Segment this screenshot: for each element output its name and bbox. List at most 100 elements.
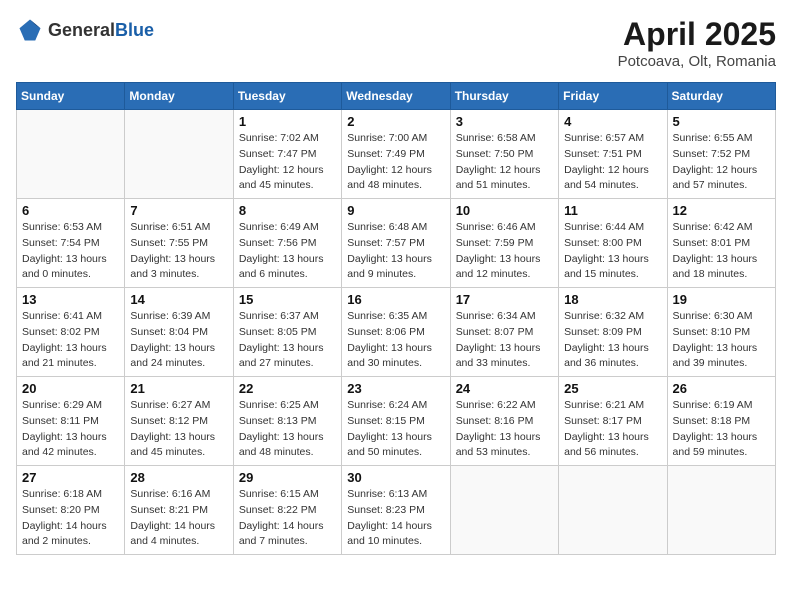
calendar-week-row: 27 Sunrise: 6:18 AMSunset: 8:20 PMDaylig… xyxy=(17,466,776,555)
calendar-cell: 4 Sunrise: 6:57 AMSunset: 7:51 PMDayligh… xyxy=(559,110,667,199)
day-number: 19 xyxy=(673,292,770,307)
day-info: Sunrise: 6:42 AMSunset: 8:01 PMDaylight:… xyxy=(673,220,770,283)
day-number: 23 xyxy=(347,381,444,396)
weekday-header: Wednesday xyxy=(342,83,450,110)
calendar-cell: 22 Sunrise: 6:25 AMSunset: 8:13 PMDaylig… xyxy=(233,377,341,466)
location-title: Potcoava, Olt, Romania xyxy=(618,53,776,70)
calendar-cell: 8 Sunrise: 6:49 AMSunset: 7:56 PMDayligh… xyxy=(233,199,341,288)
day-info: Sunrise: 6:21 AMSunset: 8:17 PMDaylight:… xyxy=(564,398,661,461)
day-number: 20 xyxy=(22,381,119,396)
day-number: 29 xyxy=(239,470,336,485)
page-header: GeneralBlue April 2025 Potcoava, Olt, Ro… xyxy=(16,16,776,70)
calendar-cell: 11 Sunrise: 6:44 AMSunset: 8:00 PMDaylig… xyxy=(559,199,667,288)
calendar-cell: 23 Sunrise: 6:24 AMSunset: 8:15 PMDaylig… xyxy=(342,377,450,466)
calendar-cell: 14 Sunrise: 6:39 AMSunset: 8:04 PMDaylig… xyxy=(125,288,233,377)
weekday-header: Friday xyxy=(559,83,667,110)
calendar-cell: 26 Sunrise: 6:19 AMSunset: 8:18 PMDaylig… xyxy=(667,377,775,466)
calendar-cell: 28 Sunrise: 6:16 AMSunset: 8:21 PMDaylig… xyxy=(125,466,233,555)
day-info: Sunrise: 6:55 AMSunset: 7:52 PMDaylight:… xyxy=(673,131,770,194)
day-info: Sunrise: 6:13 AMSunset: 8:23 PMDaylight:… xyxy=(347,487,444,550)
calendar-cell: 12 Sunrise: 6:42 AMSunset: 8:01 PMDaylig… xyxy=(667,199,775,288)
day-number: 30 xyxy=(347,470,444,485)
calendar-cell: 1 Sunrise: 7:02 AMSunset: 7:47 PMDayligh… xyxy=(233,110,341,199)
day-number: 25 xyxy=(564,381,661,396)
day-number: 7 xyxy=(130,203,227,218)
calendar-week-row: 20 Sunrise: 6:29 AMSunset: 8:11 PMDaylig… xyxy=(17,377,776,466)
logo-general: General xyxy=(48,20,115,40)
calendar-table: SundayMondayTuesdayWednesdayThursdayFrid… xyxy=(16,82,776,555)
calendar-cell xyxy=(17,110,125,199)
day-info: Sunrise: 6:19 AMSunset: 8:18 PMDaylight:… xyxy=(673,398,770,461)
day-number: 22 xyxy=(239,381,336,396)
day-number: 10 xyxy=(456,203,553,218)
day-info: Sunrise: 7:02 AMSunset: 7:47 PMDaylight:… xyxy=(239,131,336,194)
calendar-week-row: 6 Sunrise: 6:53 AMSunset: 7:54 PMDayligh… xyxy=(17,199,776,288)
weekday-header: Saturday xyxy=(667,83,775,110)
logo-blue: Blue xyxy=(115,20,154,40)
day-info: Sunrise: 6:29 AMSunset: 8:11 PMDaylight:… xyxy=(22,398,119,461)
calendar-cell: 30 Sunrise: 6:13 AMSunset: 8:23 PMDaylig… xyxy=(342,466,450,555)
day-info: Sunrise: 6:25 AMSunset: 8:13 PMDaylight:… xyxy=(239,398,336,461)
day-info: Sunrise: 6:58 AMSunset: 7:50 PMDaylight:… xyxy=(456,131,553,194)
day-info: Sunrise: 6:49 AMSunset: 7:56 PMDaylight:… xyxy=(239,220,336,283)
day-info: Sunrise: 6:18 AMSunset: 8:20 PMDaylight:… xyxy=(22,487,119,550)
day-number: 21 xyxy=(130,381,227,396)
calendar-cell: 29 Sunrise: 6:15 AMSunset: 8:22 PMDaylig… xyxy=(233,466,341,555)
calendar-cell: 17 Sunrise: 6:34 AMSunset: 8:07 PMDaylig… xyxy=(450,288,558,377)
day-info: Sunrise: 6:34 AMSunset: 8:07 PMDaylight:… xyxy=(456,309,553,372)
calendar-cell xyxy=(667,466,775,555)
calendar-cell: 19 Sunrise: 6:30 AMSunset: 8:10 PMDaylig… xyxy=(667,288,775,377)
day-info: Sunrise: 6:41 AMSunset: 8:02 PMDaylight:… xyxy=(22,309,119,372)
weekday-header: Monday xyxy=(125,83,233,110)
day-number: 1 xyxy=(239,114,336,129)
day-info: Sunrise: 6:24 AMSunset: 8:15 PMDaylight:… xyxy=(347,398,444,461)
calendar-cell: 10 Sunrise: 6:46 AMSunset: 7:59 PMDaylig… xyxy=(450,199,558,288)
calendar-week-row: 13 Sunrise: 6:41 AMSunset: 8:02 PMDaylig… xyxy=(17,288,776,377)
calendar-cell: 6 Sunrise: 6:53 AMSunset: 7:54 PMDayligh… xyxy=(17,199,125,288)
day-number: 26 xyxy=(673,381,770,396)
calendar-cell: 20 Sunrise: 6:29 AMSunset: 8:11 PMDaylig… xyxy=(17,377,125,466)
title-block: April 2025 Potcoava, Olt, Romania xyxy=(618,16,776,70)
calendar-cell: 18 Sunrise: 6:32 AMSunset: 8:09 PMDaylig… xyxy=(559,288,667,377)
day-info: Sunrise: 6:16 AMSunset: 8:21 PMDaylight:… xyxy=(130,487,227,550)
calendar-cell: 27 Sunrise: 6:18 AMSunset: 8:20 PMDaylig… xyxy=(17,466,125,555)
day-number: 2 xyxy=(347,114,444,129)
day-info: Sunrise: 6:37 AMSunset: 8:05 PMDaylight:… xyxy=(239,309,336,372)
day-number: 17 xyxy=(456,292,553,307)
calendar-cell: 16 Sunrise: 6:35 AMSunset: 8:06 PMDaylig… xyxy=(342,288,450,377)
day-info: Sunrise: 6:27 AMSunset: 8:12 PMDaylight:… xyxy=(130,398,227,461)
logo: GeneralBlue xyxy=(16,16,154,44)
weekday-header: Thursday xyxy=(450,83,558,110)
calendar-cell xyxy=(559,466,667,555)
day-number: 6 xyxy=(22,203,119,218)
day-info: Sunrise: 7:00 AMSunset: 7:49 PMDaylight:… xyxy=(347,131,444,194)
day-info: Sunrise: 6:48 AMSunset: 7:57 PMDaylight:… xyxy=(347,220,444,283)
calendar-cell xyxy=(125,110,233,199)
day-number: 4 xyxy=(564,114,661,129)
calendar-cell: 7 Sunrise: 6:51 AMSunset: 7:55 PMDayligh… xyxy=(125,199,233,288)
day-number: 8 xyxy=(239,203,336,218)
calendar-week-row: 1 Sunrise: 7:02 AMSunset: 7:47 PMDayligh… xyxy=(17,110,776,199)
day-number: 3 xyxy=(456,114,553,129)
day-info: Sunrise: 6:57 AMSunset: 7:51 PMDaylight:… xyxy=(564,131,661,194)
calendar-cell: 9 Sunrise: 6:48 AMSunset: 7:57 PMDayligh… xyxy=(342,199,450,288)
day-number: 5 xyxy=(673,114,770,129)
calendar-cell: 5 Sunrise: 6:55 AMSunset: 7:52 PMDayligh… xyxy=(667,110,775,199)
calendar-cell: 3 Sunrise: 6:58 AMSunset: 7:50 PMDayligh… xyxy=(450,110,558,199)
day-info: Sunrise: 6:44 AMSunset: 8:00 PMDaylight:… xyxy=(564,220,661,283)
day-number: 11 xyxy=(564,203,661,218)
day-info: Sunrise: 6:46 AMSunset: 7:59 PMDaylight:… xyxy=(456,220,553,283)
day-info: Sunrise: 6:30 AMSunset: 8:10 PMDaylight:… xyxy=(673,309,770,372)
day-number: 15 xyxy=(239,292,336,307)
day-number: 12 xyxy=(673,203,770,218)
day-number: 13 xyxy=(22,292,119,307)
day-number: 24 xyxy=(456,381,553,396)
day-info: Sunrise: 6:39 AMSunset: 8:04 PMDaylight:… xyxy=(130,309,227,372)
day-number: 16 xyxy=(347,292,444,307)
weekday-header: Sunday xyxy=(17,83,125,110)
month-title: April 2025 xyxy=(618,16,776,53)
day-info: Sunrise: 6:35 AMSunset: 8:06 PMDaylight:… xyxy=(347,309,444,372)
calendar-cell: 25 Sunrise: 6:21 AMSunset: 8:17 PMDaylig… xyxy=(559,377,667,466)
calendar-cell: 21 Sunrise: 6:27 AMSunset: 8:12 PMDaylig… xyxy=(125,377,233,466)
calendar-cell: 13 Sunrise: 6:41 AMSunset: 8:02 PMDaylig… xyxy=(17,288,125,377)
